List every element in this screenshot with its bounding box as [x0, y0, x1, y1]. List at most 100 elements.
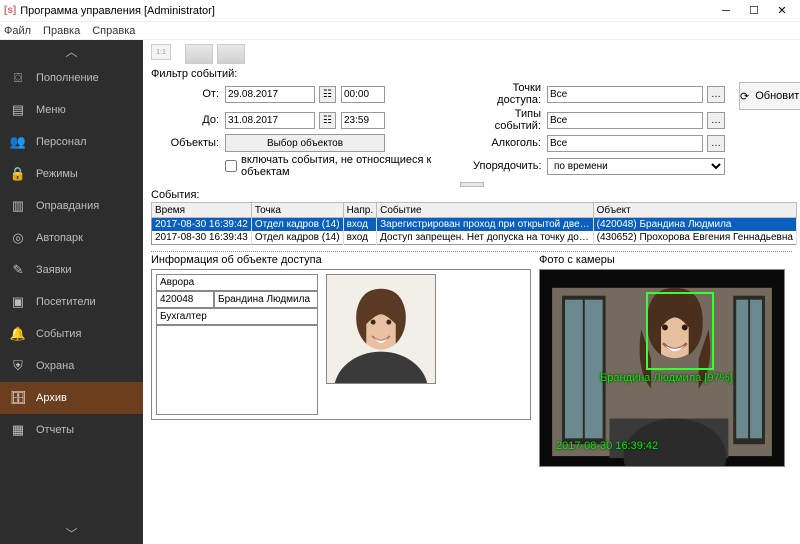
- splitter-top[interactable]: [151, 181, 792, 188]
- divider: [151, 251, 792, 252]
- sidebar-item-label: Отчеты: [36, 424, 74, 436]
- col-time[interactable]: Время: [152, 203, 252, 218]
- maximize-button[interactable]: ☐: [740, 1, 768, 21]
- sidebar-collapse-up[interactable]: ︿: [0, 40, 143, 62]
- thumb-preview-2[interactable]: [217, 44, 245, 64]
- camera-face-label: Брандина Людмила [97%]: [600, 372, 732, 384]
- target-icon: ◎: [10, 230, 26, 246]
- window-title: Программа управления [Administrator]: [20, 5, 712, 17]
- to-date-input[interactable]: [225, 112, 315, 129]
- to-label: До:: [151, 114, 221, 126]
- clipboard-icon: ▤: [10, 102, 26, 118]
- from-date-input[interactable]: [225, 86, 315, 103]
- event-types-input[interactable]: [547, 112, 703, 129]
- sidebar-item-note[interactable]: ✎ Заявки: [0, 254, 143, 286]
- menu-edit[interactable]: Правка: [43, 25, 80, 37]
- sidebar-item-badge[interactable]: ▣ Посетители: [0, 286, 143, 318]
- menubar: Файл Правка Справка: [0, 22, 800, 40]
- sidebar-item-label: События: [36, 328, 81, 340]
- titlebar: [s] Программа управления [Administrator]…: [0, 0, 800, 22]
- order-label: Упорядочить:: [473, 160, 543, 172]
- col-object[interactable]: Объект: [593, 203, 796, 218]
- info-position[interactable]: [156, 308, 318, 325]
- info-badge[interactable]: [156, 291, 214, 308]
- note-icon: ✎: [10, 262, 26, 278]
- sidebar-item-people[interactable]: 👥Персонал: [0, 126, 143, 158]
- thumb-mode[interactable]: 1:1: [151, 44, 171, 60]
- bell-icon: 🔔: [10, 326, 26, 342]
- sidebar-item-label: Пополнение: [36, 72, 99, 84]
- thumb-preview-1[interactable]: [185, 44, 213, 64]
- from-time-input[interactable]: [341, 86, 385, 103]
- info-photo: [326, 274, 436, 384]
- to-time-input[interactable]: [341, 112, 385, 129]
- camera-timestamp: 2017-08-30 16:39:42: [556, 440, 658, 452]
- sidebar-item-target[interactable]: ◎ Автопарк: [0, 222, 143, 254]
- info-company[interactable]: [156, 274, 318, 291]
- filter-section-label: Фильтр событий:: [151, 68, 792, 80]
- alcohol-input[interactable]: [547, 135, 703, 152]
- access-points-input[interactable]: [547, 86, 703, 103]
- report-icon: ▦: [10, 422, 26, 438]
- sidebar-collapse-down[interactable]: ﹀: [0, 522, 143, 544]
- content-area: 1:1 Фильтр событий: От: ☷ Точки доступа:…: [143, 40, 800, 544]
- sidebar-item-label: Режимы: [36, 168, 78, 180]
- sidebar-item-doc[interactable]: ▥Оправдания: [0, 190, 143, 222]
- info-memo[interactable]: [156, 325, 318, 415]
- sidebar-item-card[interactable]: ⌼ Пополнение: [0, 62, 143, 94]
- sidebar-item-label: Посетители: [36, 296, 96, 308]
- lock-icon: 🔒: [10, 166, 26, 182]
- sidebar-item-bell[interactable]: 🔔 События: [0, 318, 143, 350]
- col-point[interactable]: Точка: [251, 203, 343, 218]
- sidebar-item-label: Персонал: [36, 136, 87, 148]
- badge-icon: ▣: [10, 294, 26, 310]
- from-label: От:: [151, 88, 221, 100]
- sidebar-item-label: Автопарк: [36, 232, 83, 244]
- refresh-button[interactable]: ⟳ Обновить: [739, 82, 800, 110]
- info-title: Информация об объекте доступа: [151, 254, 531, 266]
- app-icon: [s]: [4, 5, 16, 16]
- sidebar-item-report[interactable]: ▦ Отчеты: [0, 414, 143, 446]
- camera-frame: Брандина Людмила [97%] 2017-08-30 16:39:…: [539, 269, 785, 467]
- sidebar-item-lock[interactable]: 🔒 Режимы: [0, 158, 143, 190]
- close-button[interactable]: ✕: [768, 1, 796, 21]
- table-row[interactable]: 2017-08-30 16:39:42Отдел кадров (14)вход…: [152, 218, 797, 232]
- sidebar-item-label: Заявки: [36, 264, 72, 276]
- sidebar-item-archive[interactable]: 🗄 Архив: [0, 382, 143, 414]
- event-types-label: Типы событий:: [473, 108, 543, 132]
- sidebar-item-label: Меню: [36, 104, 66, 116]
- info-name[interactable]: [214, 291, 318, 308]
- menu-file[interactable]: Файл: [4, 25, 31, 37]
- events-section-label: События:: [151, 189, 792, 201]
- minimize-button[interactable]: ─: [712, 1, 740, 21]
- include-unrelated-label: включать события, не относящиеся к объек…: [241, 154, 469, 178]
- shield-icon: ⛨: [10, 358, 26, 374]
- events-table: Время Точка Напр. Событие Объект 2017-08…: [151, 202, 797, 245]
- face-detection-box: [646, 292, 714, 370]
- to-date-picker[interactable]: ☷: [319, 112, 336, 129]
- sidebar-item-clipboard[interactable]: ▤ Меню: [0, 94, 143, 126]
- table-row[interactable]: 2017-08-30 16:39:43Отдел кадров (14)вход…: [152, 231, 797, 245]
- archive-icon: 🗄: [10, 390, 26, 406]
- menu-help[interactable]: Справка: [92, 25, 135, 37]
- sidebar: ︿ ⌼ Пополнение ▤ Меню 👥Персонал 🔒 Режимы ▥Оправ…: [0, 40, 143, 544]
- col-event[interactable]: Событие: [377, 203, 594, 218]
- include-unrelated-checkbox[interactable]: [225, 160, 237, 172]
- sidebar-item-label: Архив: [36, 392, 67, 404]
- col-dir[interactable]: Напр.: [343, 203, 377, 218]
- objects-select-button[interactable]: Выбор объектов: [225, 134, 385, 152]
- objects-label: Объекты:: [151, 137, 221, 149]
- order-select[interactable]: по времени: [547, 158, 725, 175]
- alcohol-label: Алкоголь:: [473, 137, 543, 149]
- from-date-picker[interactable]: ☷: [319, 86, 336, 103]
- sidebar-item-shield[interactable]: ⛨ Охрана: [0, 350, 143, 382]
- access-points-browse[interactable]: …: [707, 86, 725, 103]
- access-points-label: Точки доступа:: [473, 82, 543, 106]
- sidebar-item-label: Охрана: [36, 360, 74, 372]
- event-types-browse[interactable]: …: [707, 112, 725, 129]
- camera-title: Фото с камеры: [539, 254, 792, 266]
- alcohol-browse[interactable]: …: [707, 135, 725, 152]
- card-icon: ⌼: [10, 70, 26, 86]
- sidebar-item-label: Оправдания: [36, 200, 99, 212]
- refresh-icon: ⟳: [740, 90, 749, 103]
